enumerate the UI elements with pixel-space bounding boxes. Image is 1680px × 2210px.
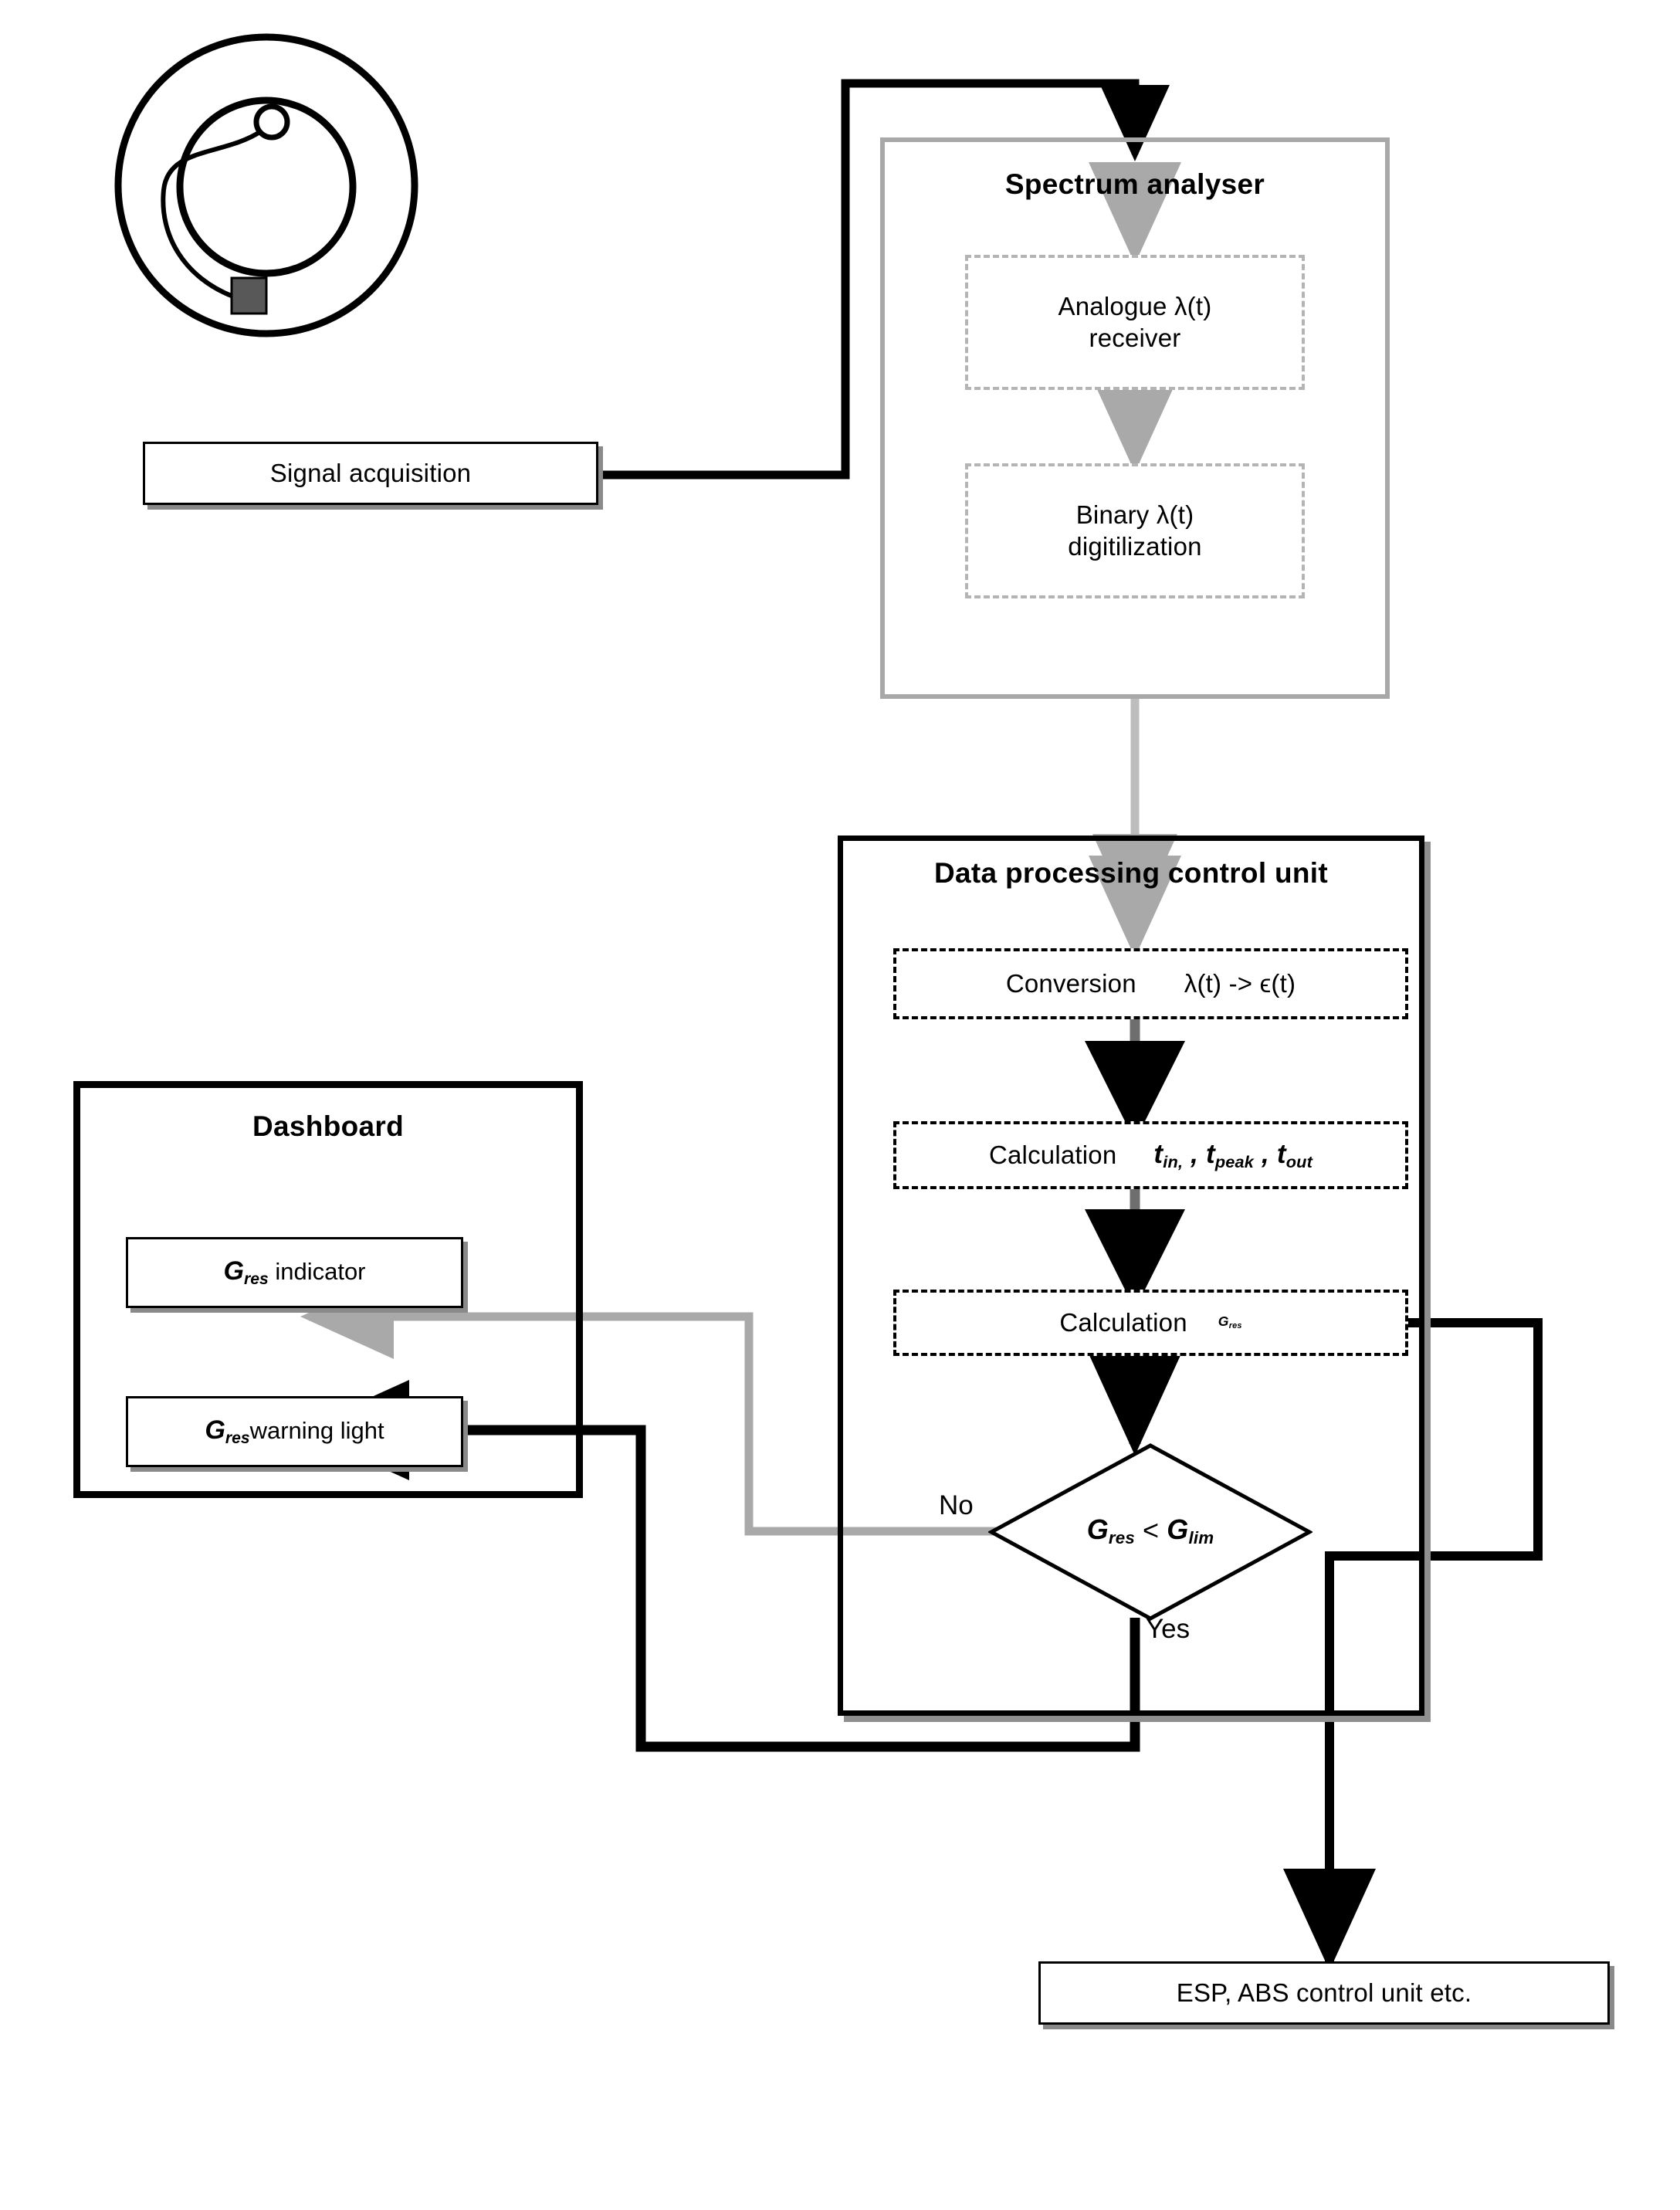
gres-warning-light-label: Greswarning light xyxy=(205,1415,384,1448)
esp-abs-control-unit-label: ESP, ABS control unit etc. xyxy=(1176,1978,1472,2007)
binary-digitilization-label-line1: Binary λ(t) xyxy=(1075,500,1194,530)
calculation-times-box[interactable]: Calculation tin, , tpeak , tout xyxy=(893,1121,1408,1189)
tyre-rim-circle xyxy=(176,97,357,277)
binary-digitilization-box[interactable]: Binary λ(t) digitilization xyxy=(965,463,1305,598)
calculation-times-label: Calculation xyxy=(988,1140,1117,1169)
signal-acquisition-label: Signal acquisition xyxy=(269,458,472,487)
calculation-gres-box[interactable]: Calculation Gres xyxy=(893,1290,1408,1356)
flowchart-canvas: Signal acquisition Spectrum analyser Ana… xyxy=(0,0,1680,2210)
tyre-cross-section xyxy=(114,33,418,337)
analogue-receiver-box[interactable]: Analogue λ(t) receiver xyxy=(965,255,1305,390)
signal-acquisition-box[interactable]: Signal acquisition xyxy=(143,442,598,505)
esp-abs-control-unit-box[interactable]: ESP, ABS control unit etc. xyxy=(1038,1961,1610,2025)
gres-indicator-box[interactable]: Gres indicator xyxy=(126,1237,463,1308)
conversion-label: Conversion xyxy=(1005,968,1136,998)
conversion-expression: λ(t) -> ϵ(t) xyxy=(1184,968,1296,998)
sensor-contact-patch xyxy=(230,276,268,315)
spectrum-analyser-frame xyxy=(880,137,1390,699)
decision-no-label: No xyxy=(939,1490,974,1520)
decision-yes-label: Yes xyxy=(1146,1614,1191,1644)
dashboard-title: Dashboard xyxy=(252,1110,404,1142)
calculation-gres-expression: Gres xyxy=(1218,1313,1242,1331)
calculation-times-expression: tin, , tpeak , tout xyxy=(1153,1138,1313,1171)
decision-label: Gres < Glim xyxy=(1086,1513,1214,1547)
gres-indicator-label: Gres indicator xyxy=(223,1256,366,1289)
spectrum-analyser-title: Spectrum analyser xyxy=(1004,168,1265,200)
binary-digitilization-label-line2: digitilization xyxy=(1068,531,1202,561)
analogue-receiver-label-line1: Analogue λ(t) xyxy=(1058,292,1212,321)
gres-warning-light-box[interactable]: Greswarning light xyxy=(126,1396,463,1467)
conversion-box[interactable]: Conversion λ(t) -> ϵ(t) xyxy=(893,948,1408,1019)
calculation-gres-label: Calculation xyxy=(1059,1307,1187,1337)
data-processing-title: Data processing control unit xyxy=(933,857,1328,889)
analogue-receiver-label-line2: receiver xyxy=(1089,323,1181,352)
